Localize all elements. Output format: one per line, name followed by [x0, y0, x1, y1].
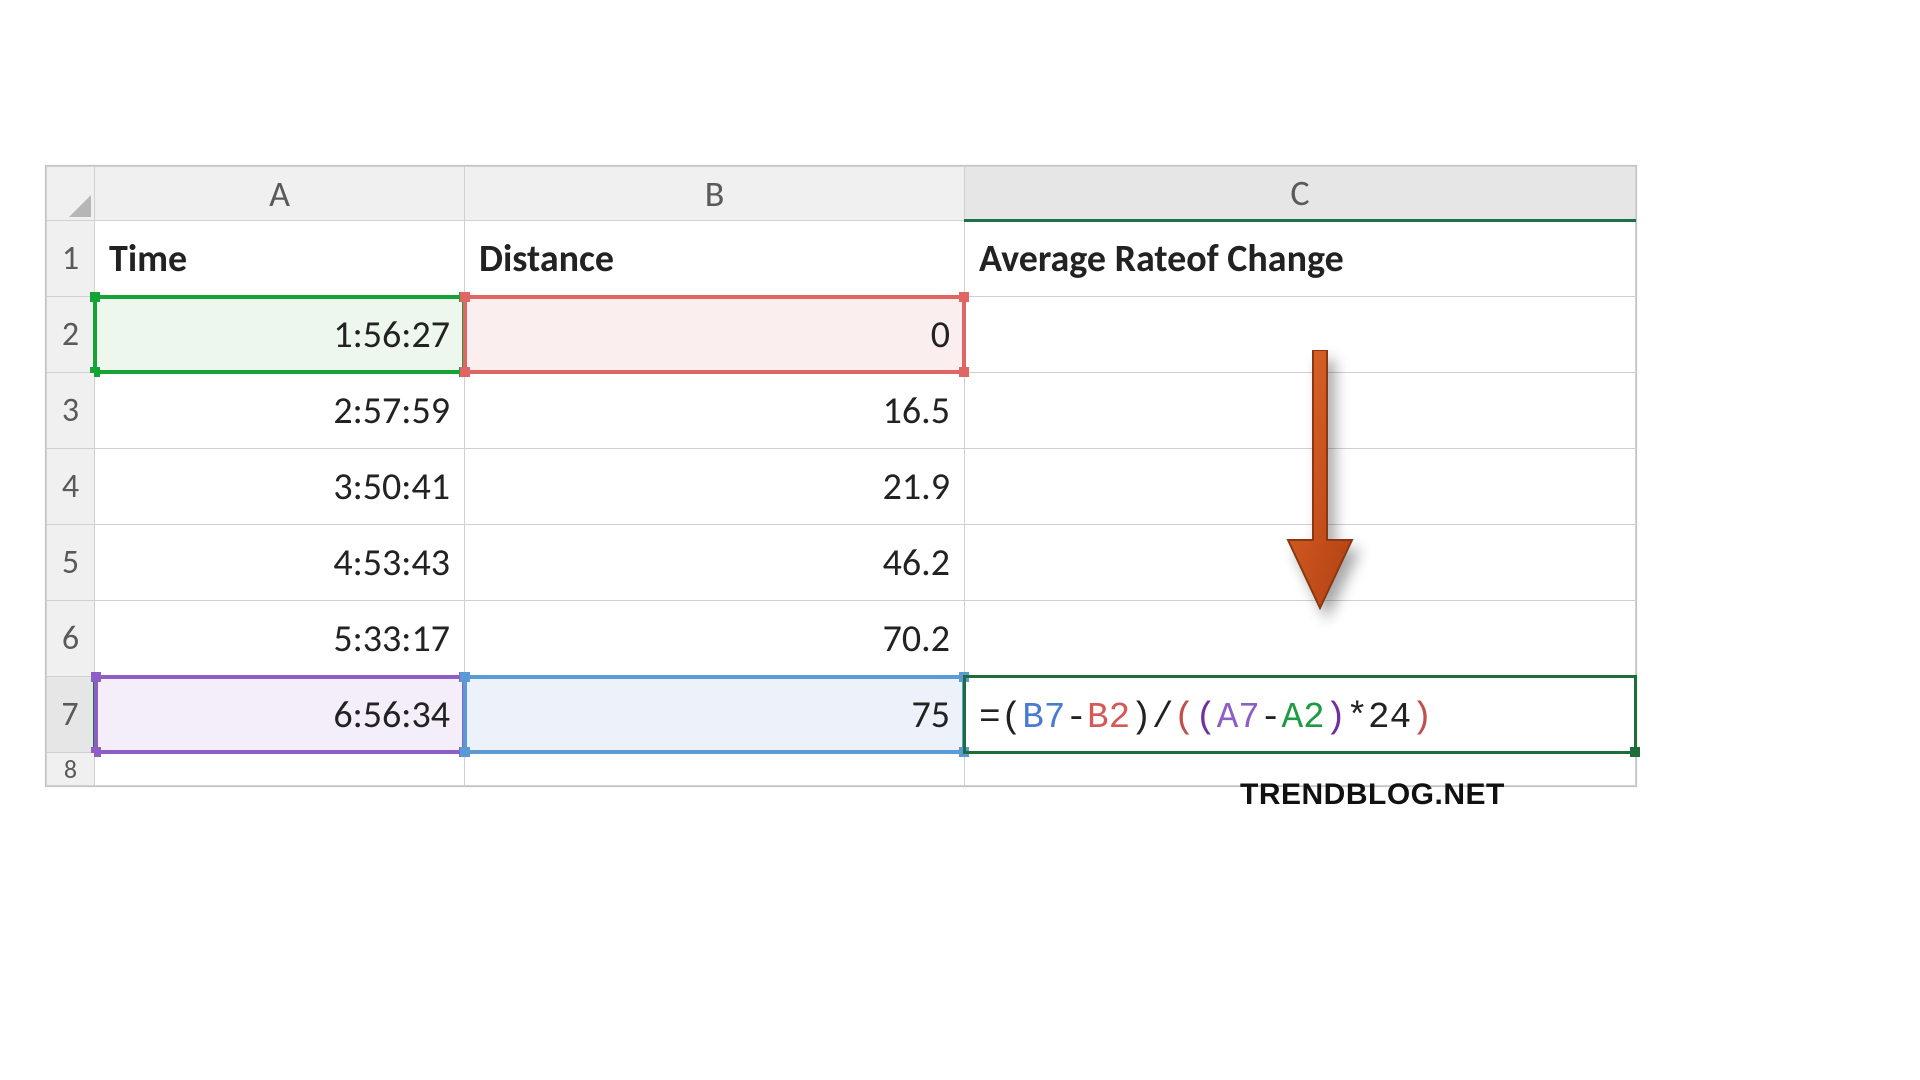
cell-A5[interactable]: 4:53:43 [95, 525, 465, 601]
cell-A1[interactable]: Time [95, 221, 465, 297]
watermark-text: TRENDBLOG.NET [1240, 778, 1505, 812]
row-6: 6 5:33:17 70.2 [47, 601, 1636, 677]
cell-B2-value: 0 [931, 312, 950, 358]
cell-B8[interactable] [465, 753, 965, 786]
cell-C7[interactable]: =(B7-B2)/((A7-A2)*24) [965, 677, 1636, 753]
row-header-7[interactable]: 7 [47, 677, 95, 753]
cell-A2[interactable]: 1:56:27 [95, 297, 465, 373]
row-header-8[interactable]: 8 [47, 753, 95, 786]
row-header-3[interactable]: 3 [47, 373, 95, 449]
cell-B1[interactable]: Distance [465, 221, 965, 297]
column-header-C[interactable]: C [965, 167, 1636, 221]
canvas: A B C 1 Time Distance Average Rateof Cha… [0, 0, 1920, 1080]
cell-A7[interactable]: 6:56:34 [95, 677, 465, 753]
cell-C6[interactable] [965, 601, 1636, 677]
cell-C5[interactable] [965, 525, 1636, 601]
cell-C3[interactable] [965, 373, 1636, 449]
row-3: 3 2:57:59 16.5 [47, 373, 1636, 449]
cell-C2[interactable] [965, 297, 1636, 373]
cell-A3[interactable]: 2:57:59 [95, 373, 465, 449]
row-7: 7 6:56:34 75 [47, 677, 1636, 753]
cell-C1[interactable]: Average Rateof Change [965, 221, 1636, 297]
spreadsheet[interactable]: A B C 1 Time Distance Average Rateof Cha… [45, 165, 1637, 787]
column-header-row: A B C [47, 167, 1636, 221]
row-header-6[interactable]: 6 [47, 601, 95, 677]
cell-A6[interactable]: 5:33:17 [95, 601, 465, 677]
ref-box-B7 [465, 677, 964, 752]
row-header-1[interactable]: 1 [47, 221, 95, 297]
row-1: 1 Time Distance Average Rateof Change [47, 221, 1636, 297]
row-header-4[interactable]: 4 [47, 449, 95, 525]
cell-B3[interactable]: 16.5 [465, 373, 965, 449]
cell-C4[interactable] [965, 449, 1636, 525]
cell-A2-value: 1:56:27 [333, 312, 450, 358]
cell-B4[interactable]: 21.9 [465, 449, 965, 525]
cell-B6[interactable]: 70.2 [465, 601, 965, 677]
cell-A8[interactable] [95, 753, 465, 786]
column-header-B[interactable]: B [465, 167, 965, 221]
column-header-A[interactable]: A [95, 167, 465, 221]
cell-B7[interactable]: 75 [465, 677, 965, 753]
cell-A4[interactable]: 3:50:41 [95, 449, 465, 525]
formula-text: =(B7-B2)/((A7-A2)*24) [979, 697, 1433, 738]
ref-box-B2 [465, 297, 964, 372]
cell-B7-value: 75 [911, 692, 950, 738]
row-header-5[interactable]: 5 [47, 525, 95, 601]
row-4: 4 3:50:41 21.9 [47, 449, 1636, 525]
row-2: 2 1:56:27 0 [47, 297, 1636, 373]
cell-A7-value: 6:56:34 [333, 692, 450, 738]
row-5: 5 4:53:43 46.2 [47, 525, 1636, 601]
row-header-2[interactable]: 2 [47, 297, 95, 373]
cell-B2[interactable]: 0 [465, 297, 965, 373]
cell-B5[interactable]: 46.2 [465, 525, 965, 601]
select-all-corner[interactable] [47, 167, 95, 221]
grid[interactable]: A B C 1 Time Distance Average Rateof Cha… [46, 166, 1636, 786]
